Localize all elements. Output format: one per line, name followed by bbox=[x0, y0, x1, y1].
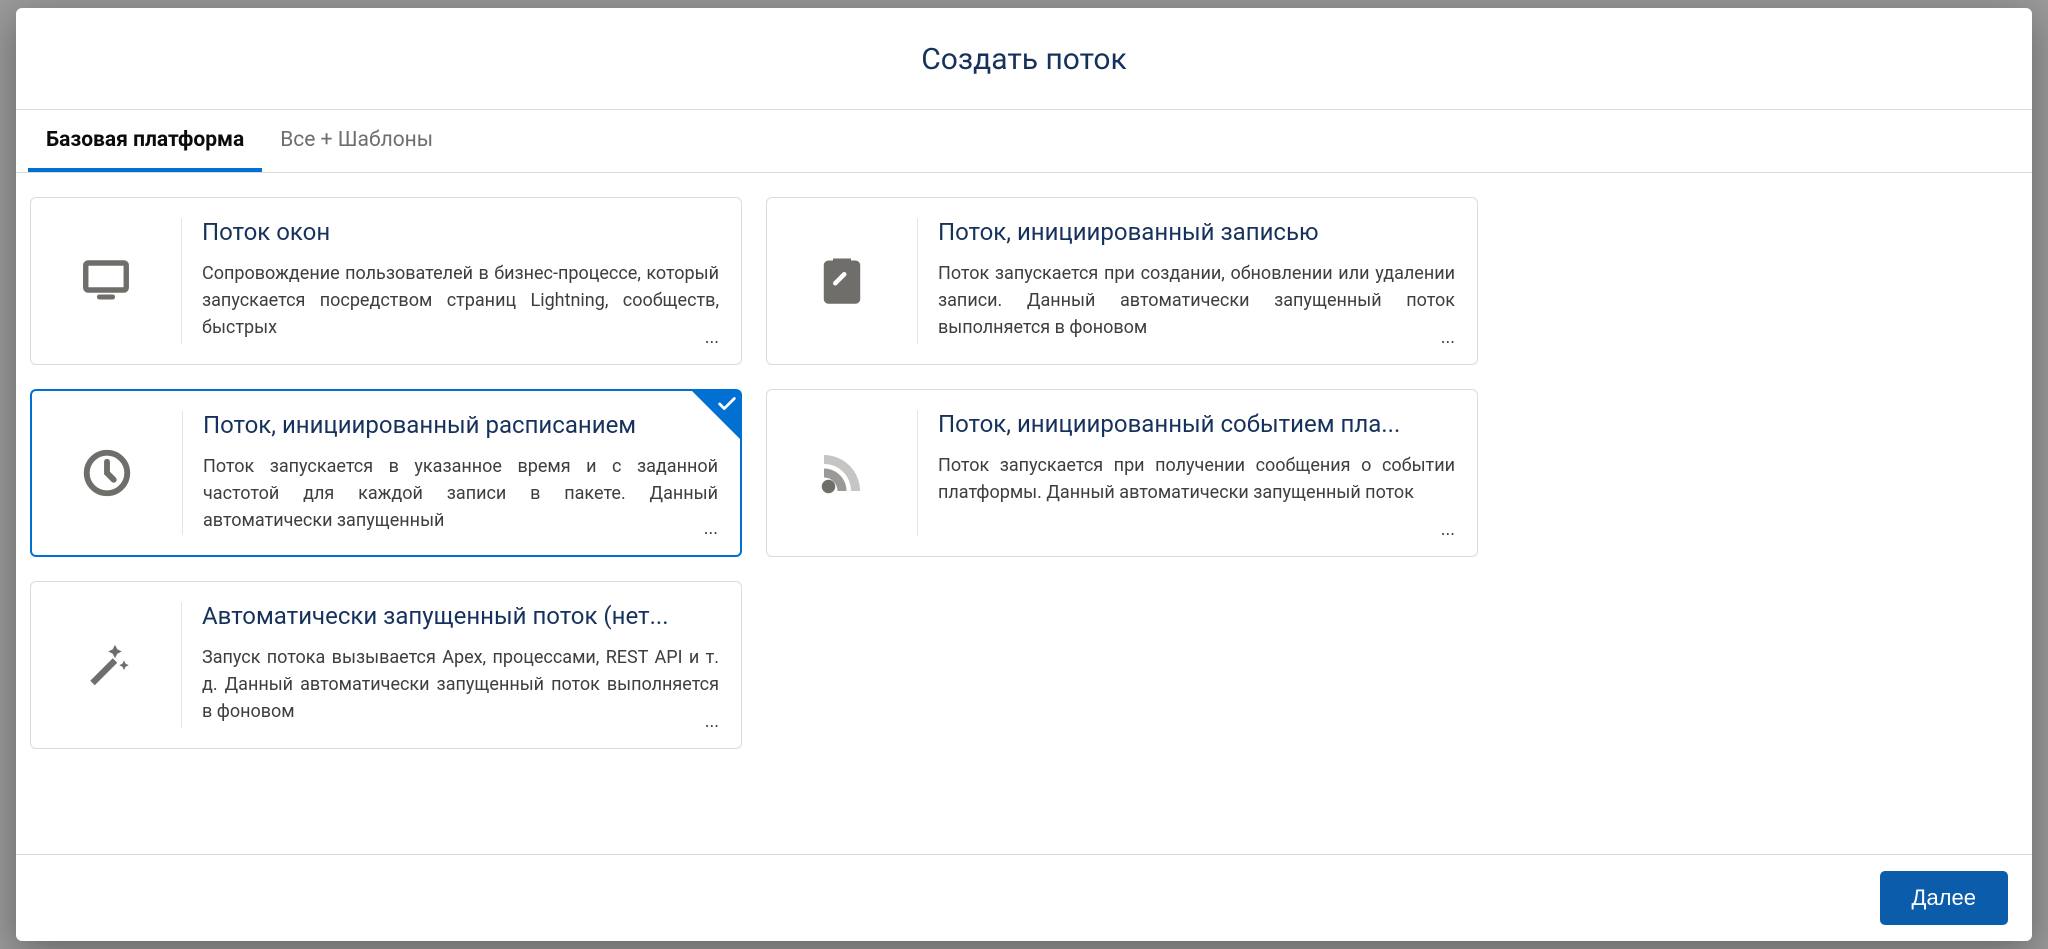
card-description: Поток запускается при получении сообщени… bbox=[938, 452, 1455, 506]
card-title: Поток, инициированный записью bbox=[938, 218, 1455, 246]
modal-header: Создать поток bbox=[16, 8, 2032, 110]
wand-icon bbox=[31, 582, 181, 748]
next-button[interactable]: Далее bbox=[1880, 871, 2008, 925]
clipboard-icon bbox=[767, 198, 917, 364]
modal-title: Создать поток bbox=[36, 42, 2012, 77]
card-description: Поток запускается в указанное время и с … bbox=[203, 453, 718, 534]
ellipsis-icon: ... bbox=[1435, 327, 1455, 348]
card-body: Поток, инициированный событием пла... Пот… bbox=[918, 390, 1477, 556]
ellipsis-icon: ... bbox=[699, 327, 719, 348]
modal-footer: Далее bbox=[16, 854, 2032, 941]
signal-icon bbox=[767, 390, 917, 556]
card-body: Поток окон Сопровождение пользователей в … bbox=[182, 198, 741, 364]
ellipsis-icon: ... bbox=[1435, 519, 1455, 540]
cards-column-right: Поток, инициированный записью Поток запус… bbox=[766, 197, 1478, 844]
card-platform-event-flow[interactable]: Поток, инициированный событием пла... Пот… bbox=[766, 389, 1478, 557]
ellipsis-icon: ... bbox=[699, 711, 719, 732]
card-title: Поток окон bbox=[202, 218, 719, 246]
card-body: Поток, инициированный расписанием Поток з… bbox=[183, 391, 740, 555]
card-record-flow[interactable]: Поток, инициированный записью Поток запус… bbox=[766, 197, 1478, 365]
selected-check-icon bbox=[692, 391, 740, 439]
ellipsis-icon: ... bbox=[698, 518, 718, 539]
clock-icon bbox=[32, 391, 182, 555]
cards-column-left: Поток окон Сопровождение пользователей в … bbox=[30, 197, 742, 844]
tabs: Базовая платформаВсе + Шаблоны bbox=[16, 110, 2032, 173]
card-title: Автоматически запущенный поток (нет... bbox=[202, 602, 719, 630]
tab-0[interactable]: Базовая платформа bbox=[28, 110, 262, 172]
card-description: Сопровождение пользователей в бизнес-про… bbox=[202, 260, 719, 341]
card-title: Поток, инициированный событием пла... bbox=[938, 410, 1455, 438]
card-body: Автоматически запущенный поток (нет... За… bbox=[182, 582, 741, 748]
card-title: Поток, инициированный расписанием bbox=[203, 411, 718, 439]
card-description: Запуск потока вызывается Apex, процессам… bbox=[202, 644, 719, 725]
desktop-icon bbox=[31, 198, 181, 364]
cards-area: Поток окон Сопровождение пользователей в … bbox=[16, 173, 2032, 854]
card-screen-flow[interactable]: Поток окон Сопровождение пользователей в … bbox=[30, 197, 742, 365]
card-body: Поток, инициированный записью Поток запус… bbox=[918, 198, 1477, 364]
card-autolaunched-flow[interactable]: Автоматически запущенный поток (нет... За… bbox=[30, 581, 742, 749]
card-schedule-flow[interactable]: Поток, инициированный расписанием Поток з… bbox=[30, 389, 742, 557]
card-description: Поток запускается при создании, обновлен… bbox=[938, 260, 1455, 341]
tab-1[interactable]: Все + Шаблоны bbox=[262, 110, 451, 172]
create-flow-modal: Создать поток Базовая платформаВсе + Шаб… bbox=[16, 8, 2032, 941]
